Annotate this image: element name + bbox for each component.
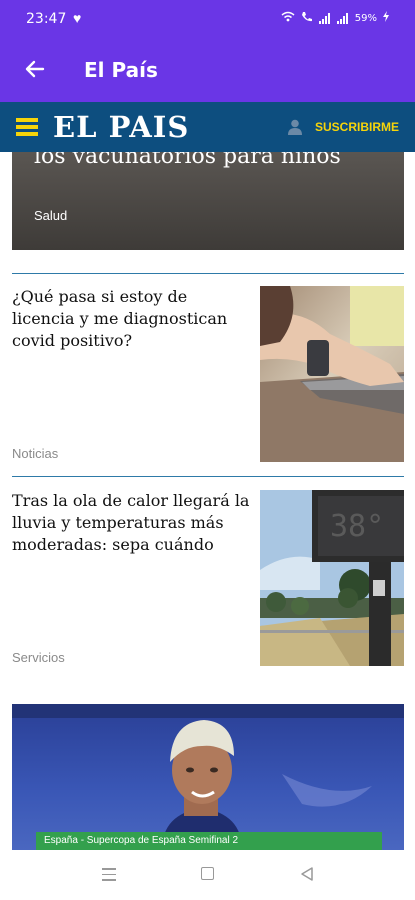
divider — [12, 273, 404, 274]
user-icon[interactable] — [288, 119, 302, 135]
charging-icon — [383, 11, 389, 25]
app-bar: El País — [0, 38, 415, 102]
wifi-icon — [281, 11, 295, 25]
status-time: 23:47 — [26, 11, 67, 27]
article-item[interactable]: Tras la ola de calor llegará la lluvia y… — [0, 490, 415, 666]
arrow-left-icon[interactable] — [22, 56, 48, 82]
article-item[interactable]: ¿Qué pasa si estoy de licencia y me diag… — [0, 286, 415, 462]
thermometer-reading: 38° — [330, 509, 384, 544]
call-icon — [301, 11, 313, 25]
hamburger-icon[interactable] — [16, 118, 38, 136]
battery-text: 59% — [354, 12, 377, 24]
back-triangle-icon[interactable] — [300, 866, 314, 882]
football-player-image — [12, 704, 404, 850]
laptop-hands-image[interactable] — [260, 286, 404, 462]
divider — [12, 476, 404, 477]
site-header: EL PAIS SUSCRIBIRME — [0, 102, 415, 152]
article-title[interactable]: Tras la ola de calor llegará la lluvia y… — [12, 490, 250, 556]
home-icon[interactable] — [201, 867, 214, 880]
recent-apps-icon[interactable] — [102, 868, 116, 881]
article-section: Servicios — [12, 650, 65, 665]
status-indicators: 59% — [281, 11, 389, 25]
app-title: El País — [84, 58, 158, 82]
featured-article-card[interactable]: los vacunatorios para niños Salud — [12, 152, 404, 250]
photo-article-card[interactable]: España - Supercopa de España Semifinal 2 — [12, 704, 404, 850]
news-feed: los vacunatorios para niños Salud ¿Qué p… — [0, 152, 415, 850]
subscribe-button[interactable]: SUSCRIBIRME — [315, 120, 399, 134]
featured-article-title: los vacunatorios para niños — [34, 152, 341, 169]
signal-icon-1 — [318, 12, 331, 24]
street-thermometer-image[interactable]: 38° — [260, 490, 404, 666]
site-logo[interactable]: EL PAIS — [53, 110, 189, 144]
photo-caption: España - Supercopa de España Semifinal 2 — [36, 832, 382, 850]
featured-article-section: Salud — [34, 208, 68, 223]
heart-icon: ♥ — [73, 10, 82, 26]
signal-icon-2 — [336, 12, 349, 24]
system-nav-bar — [0, 850, 415, 900]
article-title[interactable]: ¿Qué pasa si estoy de licencia y me diag… — [12, 286, 250, 352]
status-bar: 23:47 ♥ 59% — [0, 0, 415, 38]
article-section: Noticias — [12, 446, 59, 461]
